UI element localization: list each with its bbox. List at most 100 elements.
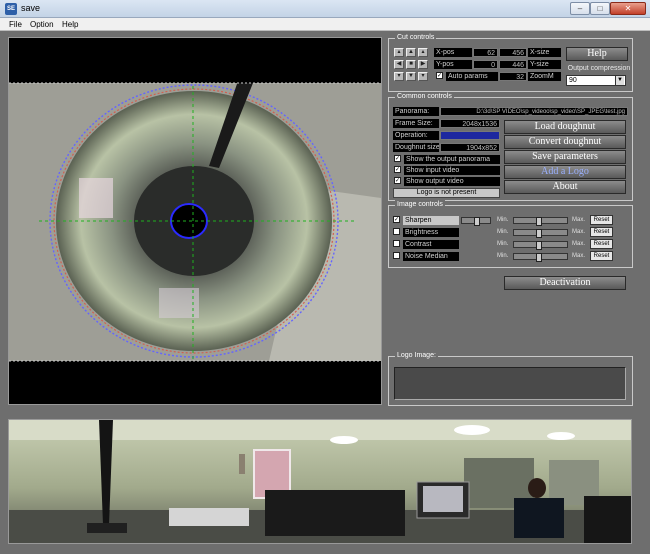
doughnut-view[interactable] (8, 37, 382, 405)
sharpen-reset-button[interactable]: Reset (590, 215, 613, 225)
noise-median-min-label: Min. (497, 253, 509, 259)
noise-median-label: Noise Median (403, 252, 459, 261)
sharpen-min-label: Min. (497, 217, 509, 223)
operation-label: Operation: (393, 131, 439, 140)
chevron-down-icon[interactable]: ▼ (615, 76, 624, 85)
xpos-label: X-pos (434, 48, 472, 57)
logo-image-box (394, 367, 626, 400)
window-reflection-left (79, 178, 113, 218)
output-compression-select[interactable]: 90 ▼ (566, 75, 626, 86)
brightness-min-label: Min. (497, 229, 509, 235)
xsize-label: X-size (528, 48, 561, 57)
image-controls-title: Image controls (395, 200, 445, 210)
arrow-down-right-icon[interactable]: ▾ (418, 72, 428, 81)
arrow-up-right-icon[interactable]: ▴ (418, 48, 428, 57)
contrast-label: Contrast (403, 240, 459, 249)
doughnut-size-label: Doughnut size: (393, 143, 439, 152)
close-button[interactable]: ✕ (610, 2, 646, 15)
arrow-left-icon[interactable]: ◀ (394, 60, 404, 69)
maximize-button[interactable]: □ (590, 2, 610, 15)
sharpen-max-label: Max. (572, 217, 586, 223)
brightness-checkbox[interactable]: ✓ (393, 228, 400, 235)
cut-controls-title: Cut controls (395, 33, 437, 43)
wall-frame (239, 454, 245, 474)
noise-median-checkbox[interactable]: ✓ (393, 252, 400, 259)
show-output-video-label: Show output video (404, 177, 500, 186)
menu-help[interactable]: Help (62, 20, 78, 29)
panorama-label: Panorama: (393, 107, 439, 116)
arrow-up-icon[interactable]: ▲ (406, 48, 416, 57)
sharpen-slider[interactable] (513, 217, 568, 226)
panorama-path-field[interactable]: D:\3d\SP VIDEO\sp_videoo\sp_video\SP_JPE… (440, 107, 628, 116)
compression-value: 90 (569, 77, 577, 84)
monitor-screen (423, 486, 463, 512)
monitor-front (265, 490, 405, 536)
arrow-down-icon[interactable]: ▼ (406, 72, 416, 81)
show-input-video-checkbox[interactable]: ✓ (394, 166, 401, 173)
contrast-slider[interactable] (513, 241, 568, 250)
menu-option[interactable]: Option (30, 20, 54, 29)
xsize-field[interactable]: 456 (499, 48, 527, 57)
contrast-min-label: Min. (497, 241, 509, 247)
doughnut-image (9, 38, 381, 404)
show-output-panorama-label: Show the output panorama (404, 155, 500, 164)
noise-median-slider[interactable] (513, 253, 568, 262)
doughnut-size-field: 1904x852 (440, 143, 500, 152)
save-parameters-button[interactable]: Save parameters (504, 150, 626, 164)
contrast-reset-button[interactable]: Reset (590, 239, 613, 249)
ypos-label: Y-pos (434, 60, 472, 69)
contrast-checkbox[interactable]: ✓ (393, 240, 400, 247)
brightness-label: Brightness (403, 228, 459, 237)
person-body (514, 498, 564, 538)
noise-median-max-label: Max. (572, 253, 586, 259)
brightness-max-label: Max. (572, 229, 586, 235)
show-output-panorama-checkbox[interactable]: ✓ (394, 155, 401, 162)
sharpen-label: Sharpen (403, 216, 459, 225)
arrow-up-left-icon[interactable]: ▴ (394, 48, 404, 57)
arrow-center-icon[interactable]: ■ (406, 60, 416, 69)
crop-bottom-band (9, 361, 381, 404)
ysize-field[interactable]: 446 (499, 60, 527, 69)
noise-median-reset-button[interactable]: Reset (590, 251, 613, 261)
about-button[interactable]: About (504, 180, 626, 194)
ceiling-light-1 (330, 436, 358, 444)
ypos-field[interactable]: 0 (473, 60, 498, 69)
show-input-video-label: Show input video (404, 166, 500, 175)
logo-image-title: Logo Image: (395, 351, 438, 361)
operation-progress-bar (440, 131, 500, 140)
title-bar[interactable] (0, 0, 650, 18)
arrow-right-icon[interactable]: ▶ (418, 60, 428, 69)
deactivation-button[interactable]: Deactivation (504, 276, 626, 290)
brightness-reset-button[interactable]: Reset (590, 227, 613, 237)
zoom-label: ZoomM (528, 72, 561, 81)
show-output-video-checkbox[interactable]: ✓ (394, 177, 401, 184)
tripod-base (87, 523, 127, 533)
panorama-output-view[interactable] (8, 419, 632, 544)
help-button[interactable]: Help (566, 47, 628, 61)
contrast-max-label: Max. (572, 241, 586, 247)
load-doughnut-button[interactable]: Load doughnut (504, 120, 626, 134)
app-icon: SE (5, 3, 17, 15)
arrow-down-left-icon[interactable]: ▾ (394, 72, 404, 81)
sharpen-level-slider[interactable] (461, 217, 491, 226)
sharpen-checkbox[interactable]: ✓ (393, 216, 400, 223)
ceiling-light-3 (547, 432, 575, 440)
xpos-field[interactable]: 62 (473, 48, 498, 57)
printer (169, 508, 249, 526)
crop-top-band (9, 38, 381, 83)
add-logo-button[interactable]: Add a Logo (504, 165, 626, 179)
zoom-field[interactable]: 32 (499, 72, 527, 81)
menu-file[interactable]: File (9, 20, 22, 29)
menu-bar (0, 18, 650, 31)
logo-status: Logo is not present (393, 188, 500, 198)
ceiling-light-2 (454, 425, 490, 435)
common-controls-title: Common controls (395, 92, 454, 102)
auto-params-label: Auto params (446, 72, 498, 81)
ysize-label: Y-size (528, 60, 561, 69)
auto-params-checkbox[interactable]: ✓ (436, 72, 443, 79)
minimize-button[interactable]: – (570, 2, 590, 15)
frame-size-field: 2048x1536 (440, 119, 500, 128)
convert-doughnut-button[interactable]: Convert doughnut (504, 135, 626, 149)
panorama-image (9, 420, 631, 543)
brightness-slider[interactable] (513, 229, 568, 238)
